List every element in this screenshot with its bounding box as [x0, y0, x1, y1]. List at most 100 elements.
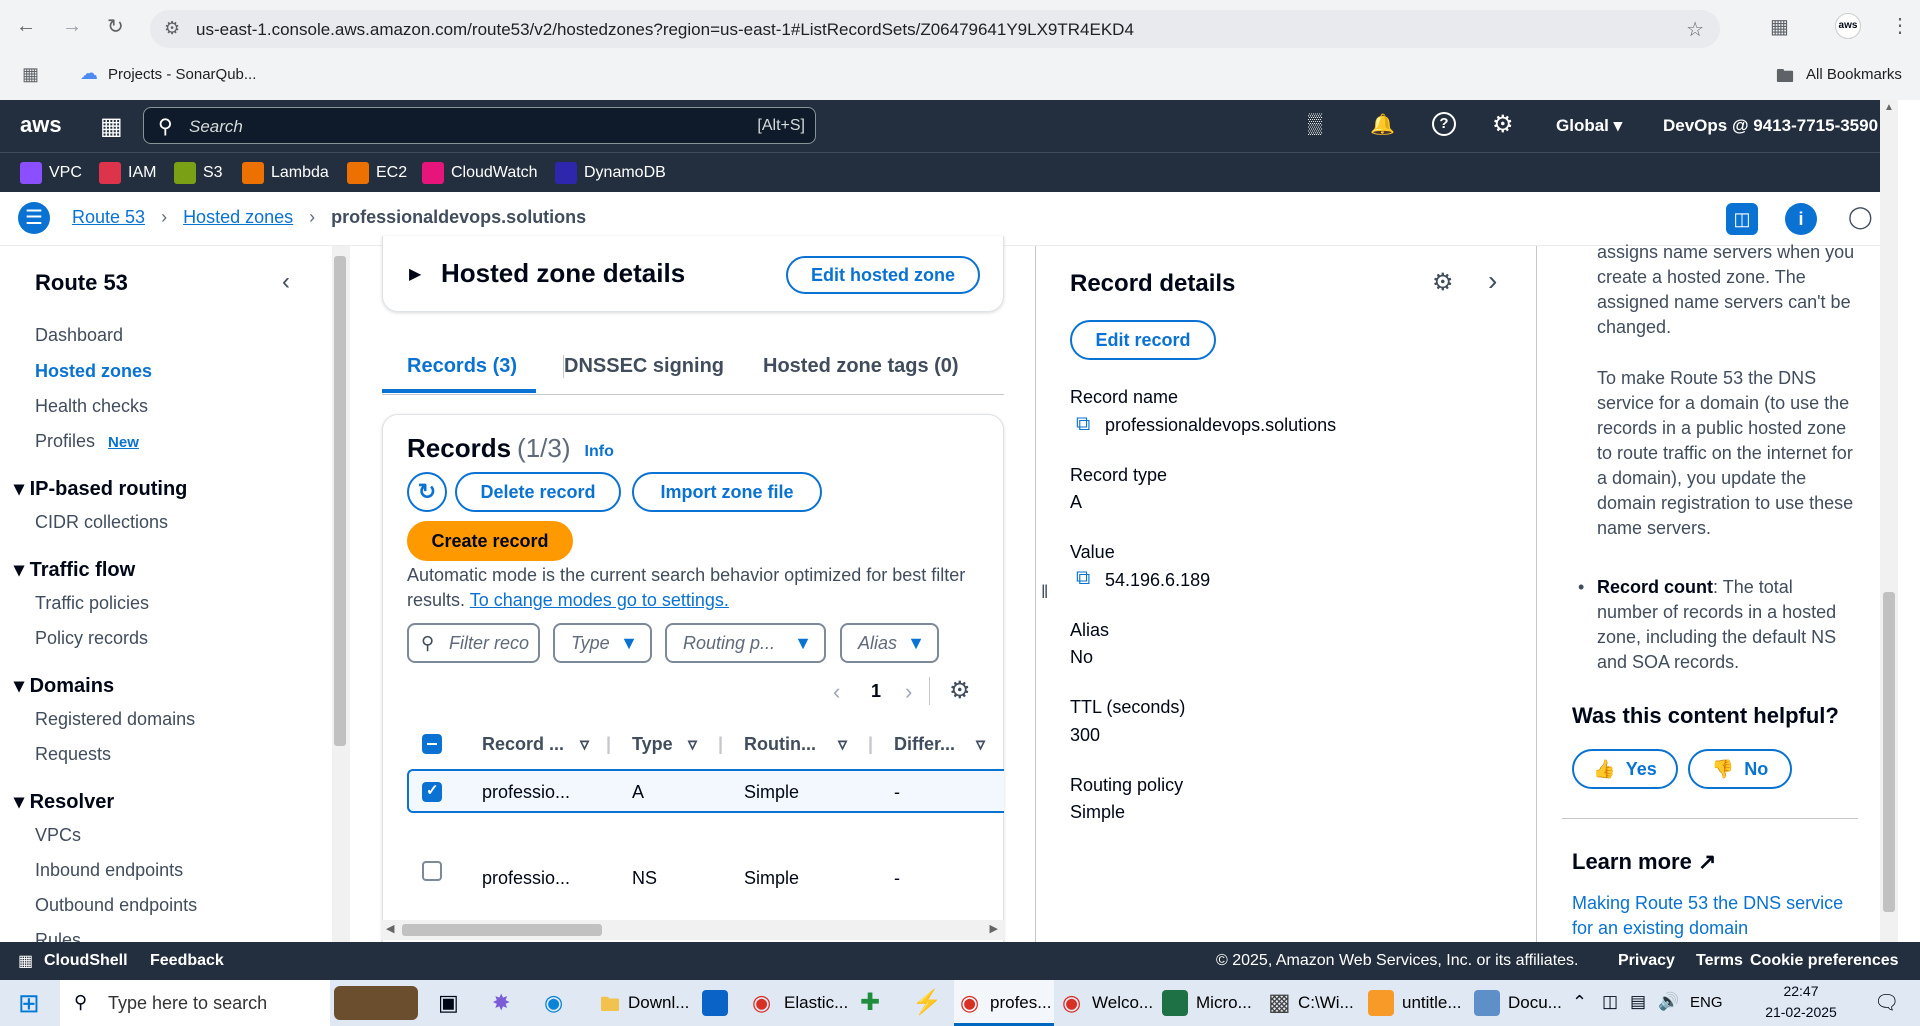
nav-item-inbound-endpoints[interactable]: Inbound endpoints	[35, 860, 183, 881]
col-routing[interactable]: Routin...	[744, 734, 816, 755]
prev-page-icon[interactable]: ‹	[833, 679, 840, 705]
sort-icon[interactable]: ▿	[976, 734, 985, 755]
favorite-iam[interactable]: IAM	[99, 162, 156, 184]
edit-record-button[interactable]: Edit record	[1070, 320, 1216, 360]
tray-chevron-icon[interactable]: ⌃	[1572, 992, 1587, 1013]
favorite-s3[interactable]: S3	[174, 162, 223, 184]
back-icon[interactable]: ←	[16, 15, 36, 38]
tab-dnssec[interactable]: DNSSEC signing	[563, 355, 724, 378]
nav-item-outbound-endpoints[interactable]: Outbound endpoints	[35, 895, 197, 916]
alias-select[interactable]: Alias ▼	[840, 623, 939, 663]
taskbar-app-cwi[interactable]: C:\Wi...	[1298, 993, 1354, 1013]
routing-select[interactable]: Routing p... ▼	[665, 623, 826, 663]
tutorial-icon[interactable]: ◯	[1848, 204, 1873, 230]
nav-item-vpcs[interactable]: VPCs	[35, 825, 81, 846]
bookmark-projects[interactable]: Projects - SonarQub...	[108, 66, 256, 83]
clock-time[interactable]: 22:47	[1766, 983, 1836, 999]
info-link[interactable]: Info	[585, 443, 614, 461]
settings-gear-icon[interactable]: ⚙	[1492, 110, 1514, 139]
taskbar-active-app[interactable]: ◉ profes...	[954, 980, 1054, 1026]
type-select[interactable]: Type ▼	[553, 623, 652, 663]
tray-icon[interactable]: ◫	[1602, 992, 1618, 1012]
nav-item-health-checks[interactable]: Health checks	[35, 396, 148, 417]
col-type[interactable]: Type	[632, 734, 673, 755]
no-button[interactable]: 👎 No	[1688, 749, 1792, 789]
cloudshell-link[interactable]: CloudShell	[44, 952, 128, 970]
notification-center-icon[interactable]: 🗨	[1874, 990, 1899, 1015]
region-selector[interactable]: Global ▾	[1556, 116, 1622, 136]
favorite-ec2[interactable]: EC2	[347, 162, 407, 184]
nav-item-dashboard[interactable]: Dashboard	[35, 325, 123, 346]
edge-icon[interactable]: ◉	[544, 990, 563, 1016]
clock-date[interactable]: 21-02-2025	[1752, 1004, 1850, 1020]
address-bar[interactable]: ⚙ us-east-1.console.aws.amazon.com/route…	[150, 10, 1720, 48]
taskbar-app-untitle[interactable]: untitle...	[1402, 993, 1462, 1013]
delete-record-button[interactable]: Delete record	[455, 472, 621, 512]
left-nav-scrollbar[interactable]	[332, 246, 350, 942]
widgets-icon[interactable]	[334, 986, 418, 1020]
page-number[interactable]: 1	[871, 681, 881, 702]
nav-item-cidr[interactable]: CIDR collections	[35, 512, 168, 533]
sort-icon[interactable]: ▿	[580, 734, 589, 755]
chrome-icon[interactable]: ◉	[752, 990, 771, 1016]
taskbar-app-downloads[interactable]: Downl...	[628, 993, 689, 1013]
close-panel-chevron-icon[interactable]: ›	[1488, 265, 1497, 297]
bookmark-star-icon[interactable]: ☆	[1686, 17, 1704, 42]
search-input[interactable]: ⚲ Search [Alt+S]	[143, 107, 816, 144]
file-explorer-icon[interactable]: 🖿	[600, 990, 620, 1024]
aws-logo[interactable]: aws	[20, 112, 62, 138]
profile-avatar[interactable]: aws	[1835, 13, 1861, 39]
sublime-icon[interactable]	[1368, 990, 1394, 1016]
page-scrollbar[interactable]: ▲	[1880, 100, 1898, 942]
row-checkbox[interactable]: ✓	[422, 782, 442, 802]
sort-icon[interactable]: ▿	[838, 734, 847, 755]
resize-handle-icon[interactable]: ‖	[1041, 582, 1048, 603]
task-view-icon[interactable]: ▣	[438, 990, 459, 1016]
filter-input[interactable]: ⚲ Filter reco	[407, 623, 540, 663]
select-all-checkbox[interactable]	[422, 734, 442, 754]
next-page-icon[interactable]: ›	[905, 679, 912, 705]
info-panel-icon[interactable]: i	[1785, 203, 1817, 235]
notifications-icon[interactable]: 🔔	[1370, 112, 1395, 137]
taskbar-app-docu[interactable]: Docu...	[1508, 993, 1562, 1013]
power-automate-icon[interactable]: ⚡	[912, 988, 942, 1017]
nav-section-domains[interactable]: ▾ Domains	[14, 673, 114, 698]
copy-icon[interactable]: ⧉	[1076, 413, 1090, 436]
menu-icon[interactable]: ☰	[18, 202, 50, 234]
import-zone-file-button[interactable]: Import zone file	[632, 472, 822, 512]
nav-item-hosted-zones[interactable]: Hosted zones	[35, 361, 152, 382]
site-settings-icon[interactable]: ⚙	[164, 18, 180, 39]
taskbar-search[interactable]: ⚲ Type here to search	[60, 980, 330, 1026]
refresh-icon[interactable]: ↻	[407, 472, 447, 512]
nav-item-policy-records[interactable]: Policy records	[35, 628, 148, 649]
nav-item-requests[interactable]: Requests	[35, 744, 111, 765]
scroll-thumb[interactable]	[402, 924, 602, 936]
col-differentiator[interactable]: Differ...	[894, 734, 955, 755]
chrome-icon[interactable]: ◉	[1062, 990, 1081, 1016]
cloudshell-footer-icon[interactable]: ▦	[18, 951, 33, 971]
help-icon[interactable]: ?	[1432, 112, 1456, 136]
scroll-left-icon[interactable]: ◀	[386, 922, 394, 935]
nav-section-traffic-flow[interactable]: ▾ Traffic flow	[14, 557, 135, 582]
nav-item-registered-domains[interactable]: Registered domains	[35, 709, 195, 730]
collapse-nav-icon[interactable]: ‹	[282, 268, 290, 296]
learn-more-link[interactable]: Making Route 53 the DNS service for an e…	[1572, 891, 1862, 941]
reload-icon[interactable]: ↻	[107, 14, 124, 39]
copilot-icon[interactable]: ✸	[492, 990, 510, 1016]
col-record-name[interactable]: Record ...	[482, 734, 564, 755]
taskbar-app-micro[interactable]: Micro...	[1196, 993, 1252, 1013]
table-settings-gear-icon[interactable]: ⚙	[949, 676, 971, 705]
nav-item-profiles[interactable]: Profiles New	[35, 431, 139, 452]
preferences-gear-icon[interactable]: ⚙	[1432, 268, 1454, 297]
all-bookmarks[interactable]: All Bookmarks	[1806, 66, 1902, 83]
taskbar-app-welco[interactable]: Welco...	[1092, 993, 1153, 1013]
account-menu[interactable]: DevOps @ 9413-7715-3590 ▾	[1663, 116, 1891, 136]
privacy-link[interactable]: Privacy	[1618, 952, 1675, 970]
apps-grid-icon[interactable]: ▦	[22, 64, 39, 85]
sort-icon[interactable]: ▿	[688, 734, 697, 755]
app-plus-icon[interactable]: ✚	[860, 988, 880, 1017]
favorite-lambda[interactable]: Lambda	[242, 162, 329, 184]
scroll-up-icon[interactable]: ▲	[1884, 102, 1894, 113]
cloudshell-icon[interactable]: ▒	[1308, 113, 1322, 136]
menu-dots-icon[interactable]: ⋮	[1890, 13, 1910, 38]
